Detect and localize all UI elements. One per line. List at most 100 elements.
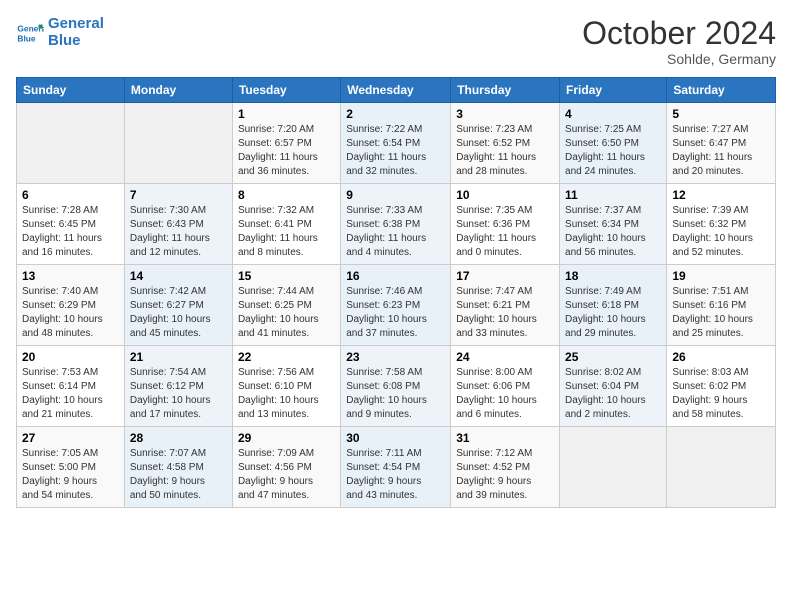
day-cell <box>667 427 776 508</box>
col-header-tuesday: Tuesday <box>232 78 340 103</box>
day-number: 12 <box>672 188 770 202</box>
day-info: Sunrise: 7:33 AM Sunset: 6:38 PM Dayligh… <box>346 204 445 260</box>
day-cell: 8Sunrise: 7:32 AM Sunset: 6:41 PM Daylig… <box>232 184 340 265</box>
day-info: Sunrise: 7:28 AM Sunset: 6:45 PM Dayligh… <box>22 204 119 260</box>
col-header-wednesday: Wednesday <box>341 78 451 103</box>
day-info: Sunrise: 7:07 AM Sunset: 4:58 PM Dayligh… <box>130 447 227 503</box>
day-cell: 18 Sunrise: 7:49 AM Sunset: 6:18 PM Dayli… <box>560 265 667 346</box>
day-cell: 28Sunrise: 7:07 AM Sunset: 4:58 PM Dayli… <box>124 427 232 508</box>
day-cell: 2 Sunrise: 7:22 AM Sunset: 6:54 PM Daylig… <box>341 103 451 184</box>
location: Sohlde, Germany <box>582 51 776 67</box>
week-row-4: 20 Sunrise: 7:53 AM Sunset: 6:14 PM Dayli… <box>17 346 776 427</box>
day-number: 29 <box>238 431 335 445</box>
day-info: Sunrise: 7:58 AM Sunset: 6:08 PM Dayligh… <box>346 366 445 422</box>
day-cell: 26 Sunrise: 8:03 AM Sunset: 6:02 PM Dayli… <box>667 346 776 427</box>
day-cell: 25Sunrise: 8:02 AM Sunset: 6:04 PM Dayli… <box>560 346 667 427</box>
day-cell: 9 Sunrise: 7:33 AM Sunset: 6:38 PM Daylig… <box>341 184 451 265</box>
logo-icon: General Blue <box>16 19 44 47</box>
day-number: 9 <box>346 188 445 202</box>
col-header-sunday: Sunday <box>17 78 125 103</box>
week-row-3: 13 Sunrise: 7:40 AM Sunset: 6:29 PM Dayli… <box>17 265 776 346</box>
day-info: Sunrise: 7:11 AM Sunset: 4:54 PM Dayligh… <box>346 447 445 503</box>
week-row-5: 27 Sunrise: 7:05 AM Sunset: 5:00 PM Dayli… <box>17 427 776 508</box>
day-number: 3 <box>456 107 554 121</box>
week-row-1: 1Sunrise: 7:20 AM Sunset: 6:57 PM Daylig… <box>17 103 776 184</box>
day-info: Sunrise: 8:00 AM Sunset: 6:06 PM Dayligh… <box>456 366 554 422</box>
calendar-body: 1Sunrise: 7:20 AM Sunset: 6:57 PM Daylig… <box>17 103 776 508</box>
week-row-2: 6 Sunrise: 7:28 AM Sunset: 6:45 PM Daylig… <box>17 184 776 265</box>
day-number: 17 <box>456 269 554 283</box>
month-title: October 2024 <box>582 16 776 51</box>
day-number: 11 <box>565 188 661 202</box>
day-cell <box>17 103 125 184</box>
day-info: Sunrise: 7:46 AM Sunset: 6:23 PM Dayligh… <box>346 285 445 341</box>
day-number: 13 <box>22 269 119 283</box>
day-info: Sunrise: 7:47 AM Sunset: 6:21 PM Dayligh… <box>456 285 554 341</box>
title-block: October 2024 Sohlde, Germany <box>582 16 776 67</box>
day-info: Sunrise: 7:54 AM Sunset: 6:12 PM Dayligh… <box>130 366 227 422</box>
day-cell: 3 Sunrise: 7:23 AM Sunset: 6:52 PM Daylig… <box>451 103 560 184</box>
day-cell: 24 Sunrise: 8:00 AM Sunset: 6:06 PM Dayli… <box>451 346 560 427</box>
day-cell: 29Sunrise: 7:09 AM Sunset: 4:56 PM Dayli… <box>232 427 340 508</box>
day-info: Sunrise: 7:05 AM Sunset: 5:00 PM Dayligh… <box>22 447 119 503</box>
day-info: Sunrise: 8:02 AM Sunset: 6:04 PM Dayligh… <box>565 366 661 422</box>
svg-text:Blue: Blue <box>17 33 35 43</box>
day-info: Sunrise: 7:27 AM Sunset: 6:47 PM Dayligh… <box>672 123 770 179</box>
col-header-monday: Monday <box>124 78 232 103</box>
day-cell: 27 Sunrise: 7:05 AM Sunset: 5:00 PM Dayli… <box>17 427 125 508</box>
day-cell: 6 Sunrise: 7:28 AM Sunset: 6:45 PM Daylig… <box>17 184 125 265</box>
day-number: 19 <box>672 269 770 283</box>
day-info: Sunrise: 7:49 AM Sunset: 6:18 PM Dayligh… <box>565 285 661 341</box>
day-number: 7 <box>130 188 227 202</box>
day-number: 15 <box>238 269 335 283</box>
day-info: Sunrise: 7:25 AM Sunset: 6:50 PM Dayligh… <box>565 123 661 179</box>
day-number: 30 <box>346 431 445 445</box>
day-cell: 12 Sunrise: 7:39 AM Sunset: 6:32 PM Dayli… <box>667 184 776 265</box>
day-info: Sunrise: 7:22 AM Sunset: 6:54 PM Dayligh… <box>346 123 445 179</box>
day-info: Sunrise: 7:35 AM Sunset: 6:36 PM Dayligh… <box>456 204 554 260</box>
day-number: 22 <box>238 350 335 364</box>
calendar-table: SundayMondayTuesdayWednesdayThursdayFrid… <box>16 77 776 508</box>
day-cell: 23 Sunrise: 7:58 AM Sunset: 6:08 PM Dayli… <box>341 346 451 427</box>
day-info: Sunrise: 7:39 AM Sunset: 6:32 PM Dayligh… <box>672 204 770 260</box>
day-cell: 21Sunrise: 7:54 AM Sunset: 6:12 PM Dayli… <box>124 346 232 427</box>
day-cell: 13 Sunrise: 7:40 AM Sunset: 6:29 PM Dayli… <box>17 265 125 346</box>
day-info: Sunrise: 8:03 AM Sunset: 6:02 PM Dayligh… <box>672 366 770 422</box>
day-number: 5 <box>672 107 770 121</box>
day-cell: 19Sunrise: 7:51 AM Sunset: 6:16 PM Dayli… <box>667 265 776 346</box>
day-number: 18 <box>565 269 661 283</box>
day-number: 10 <box>456 188 554 202</box>
day-cell: 17 Sunrise: 7:47 AM Sunset: 6:21 PM Dayli… <box>451 265 560 346</box>
day-number: 14 <box>130 269 227 283</box>
day-number: 2 <box>346 107 445 121</box>
calendar-header: SundayMondayTuesdayWednesdayThursdayFrid… <box>17 78 776 103</box>
day-cell: 5 Sunrise: 7:27 AM Sunset: 6:47 PM Daylig… <box>667 103 776 184</box>
day-cell: 20 Sunrise: 7:53 AM Sunset: 6:14 PM Dayli… <box>17 346 125 427</box>
day-info: Sunrise: 7:37 AM Sunset: 6:34 PM Dayligh… <box>565 204 661 260</box>
day-info: Sunrise: 7:12 AM Sunset: 4:52 PM Dayligh… <box>456 447 554 503</box>
logo-line1: General <box>48 16 104 33</box>
day-info: Sunrise: 7:30 AM Sunset: 6:43 PM Dayligh… <box>130 204 227 260</box>
day-number: 20 <box>22 350 119 364</box>
day-info: Sunrise: 7:40 AM Sunset: 6:29 PM Dayligh… <box>22 285 119 341</box>
day-cell <box>560 427 667 508</box>
day-number: 24 <box>456 350 554 364</box>
logo-text: General Blue <box>48 16 104 49</box>
day-number: 31 <box>456 431 554 445</box>
day-cell: 22 Sunrise: 7:56 AM Sunset: 6:10 PM Dayli… <box>232 346 340 427</box>
day-cell: 31 Sunrise: 7:12 AM Sunset: 4:52 PM Dayli… <box>451 427 560 508</box>
day-info: Sunrise: 7:23 AM Sunset: 6:52 PM Dayligh… <box>456 123 554 179</box>
day-number: 27 <box>22 431 119 445</box>
day-number: 23 <box>346 350 445 364</box>
logo: General Blue General Blue <box>16 16 104 49</box>
day-info: Sunrise: 7:53 AM Sunset: 6:14 PM Dayligh… <box>22 366 119 422</box>
day-number: 8 <box>238 188 335 202</box>
day-info: Sunrise: 7:56 AM Sunset: 6:10 PM Dayligh… <box>238 366 335 422</box>
day-cell: 16Sunrise: 7:46 AM Sunset: 6:23 PM Dayli… <box>341 265 451 346</box>
day-number: 6 <box>22 188 119 202</box>
day-number: 26 <box>672 350 770 364</box>
col-header-thursday: Thursday <box>451 78 560 103</box>
day-cell: 4Sunrise: 7:25 AM Sunset: 6:50 PM Daylig… <box>560 103 667 184</box>
day-cell: 15Sunrise: 7:44 AM Sunset: 6:25 PM Dayli… <box>232 265 340 346</box>
calendar-page: General Blue General Blue October 2024 S… <box>0 0 792 518</box>
